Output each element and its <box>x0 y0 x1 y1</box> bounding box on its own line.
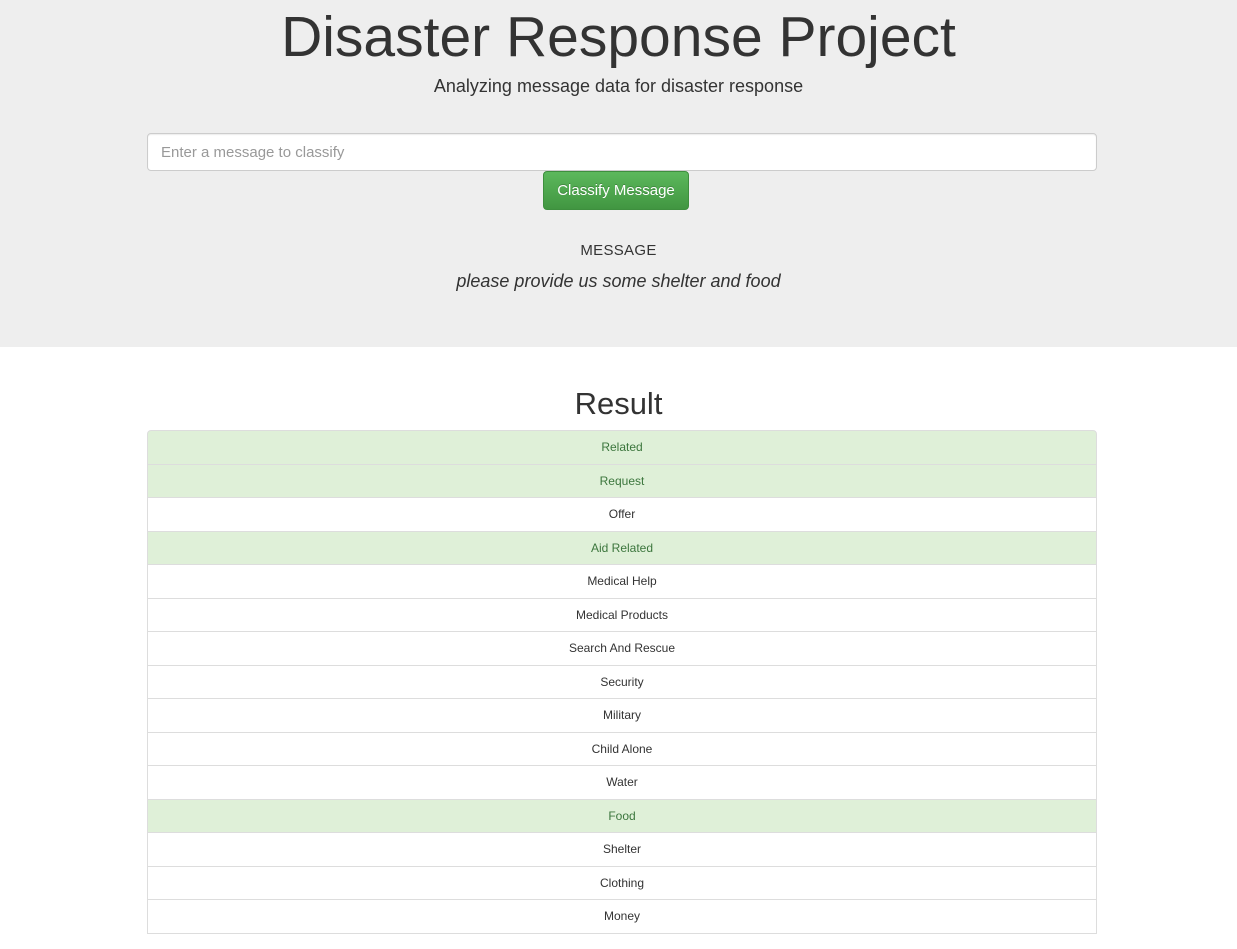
header-jumbotron: Disaster Response Project Analyzing mess… <box>0 0 1237 347</box>
result-item-water: Water <box>147 765 1097 800</box>
result-item-aid-related: Aid Related <box>147 530 1097 565</box>
page-title: Disaster Response Project <box>281 5 956 69</box>
result-item-clothing: Clothing <box>147 865 1097 900</box>
message-input[interactable] <box>147 133 1097 171</box>
result-list: Related Request Offer Aid Related Medical He… <box>147 430 1097 934</box>
result-item-military: Military <box>147 698 1097 733</box>
result-item-security: Security <box>147 664 1097 699</box>
classify-message-button[interactable]: Classify Message <box>543 171 689 210</box>
result-item-search-and-rescue: Search And Rescue <box>147 631 1097 666</box>
page-subtitle: Analyzing message data for disaster resp… <box>433 76 804 96</box>
result-item-offer: Offer <box>147 497 1097 532</box>
result-item-money: Money <box>147 899 1097 934</box>
result-heading: Result <box>574 386 663 421</box>
result-item-medical-products: Medical Products <box>147 597 1097 632</box>
result-item-medical-help: Medical Help <box>147 564 1097 599</box>
message-label: MESSAGE <box>580 242 657 259</box>
result-item-request: Request <box>147 463 1097 498</box>
result-item-related: Related <box>147 430 1097 465</box>
result-item-child-alone: Child Alone <box>147 731 1097 766</box>
message-text: please provide us some shelter and food <box>456 271 781 291</box>
result-item-food: Food <box>147 798 1097 833</box>
result-item-shelter: Shelter <box>147 832 1097 867</box>
